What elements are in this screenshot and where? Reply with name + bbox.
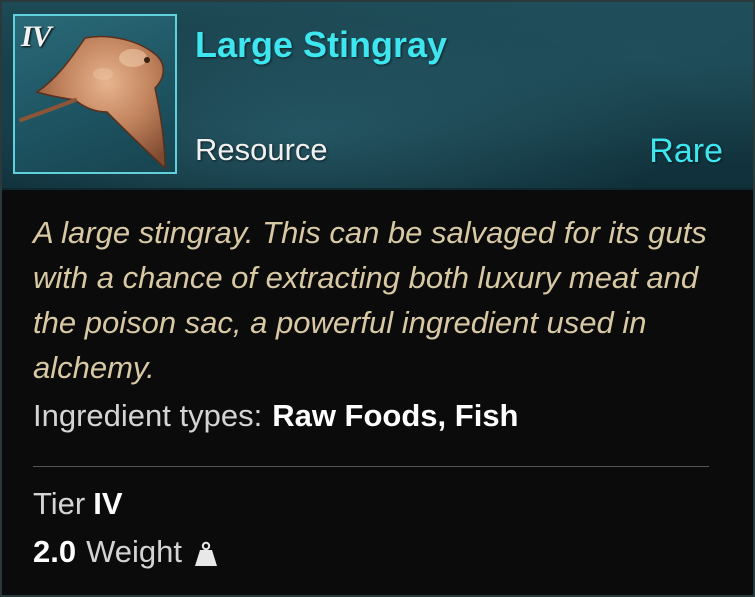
tier-value: IV [93, 486, 123, 521]
divider [33, 466, 709, 467]
item-rarity: Rare [649, 132, 723, 170]
ingredient-types-row: Ingredient types: Raw Foods, Fish [33, 398, 519, 434]
item-description: A large stingray. This can be salvaged f… [33, 215, 707, 385]
item-category: Resource [195, 132, 328, 167]
tooltip-header: IV Large Stingray Resource Rare [2, 2, 753, 190]
weight-row: 2.0 Weight [33, 534, 218, 570]
item-tooltip: IV Large Stingray Resource Rare A large … [0, 0, 755, 597]
weight-value: 2.0 [33, 534, 77, 569]
weight-label: Weight [86, 534, 183, 569]
tier-label: Tier [33, 486, 86, 521]
tier-row: Tier IV [33, 486, 123, 522]
item-icon-frame: IV [13, 14, 177, 174]
tier-badge: IV [21, 20, 52, 53]
ingredient-types-label: Ingredient types: [33, 398, 263, 433]
weight-icon [194, 539, 218, 566]
ingredient-types-value: Raw Foods, Fish [272, 398, 519, 433]
item-name: Large Stingray [195, 24, 448, 65]
